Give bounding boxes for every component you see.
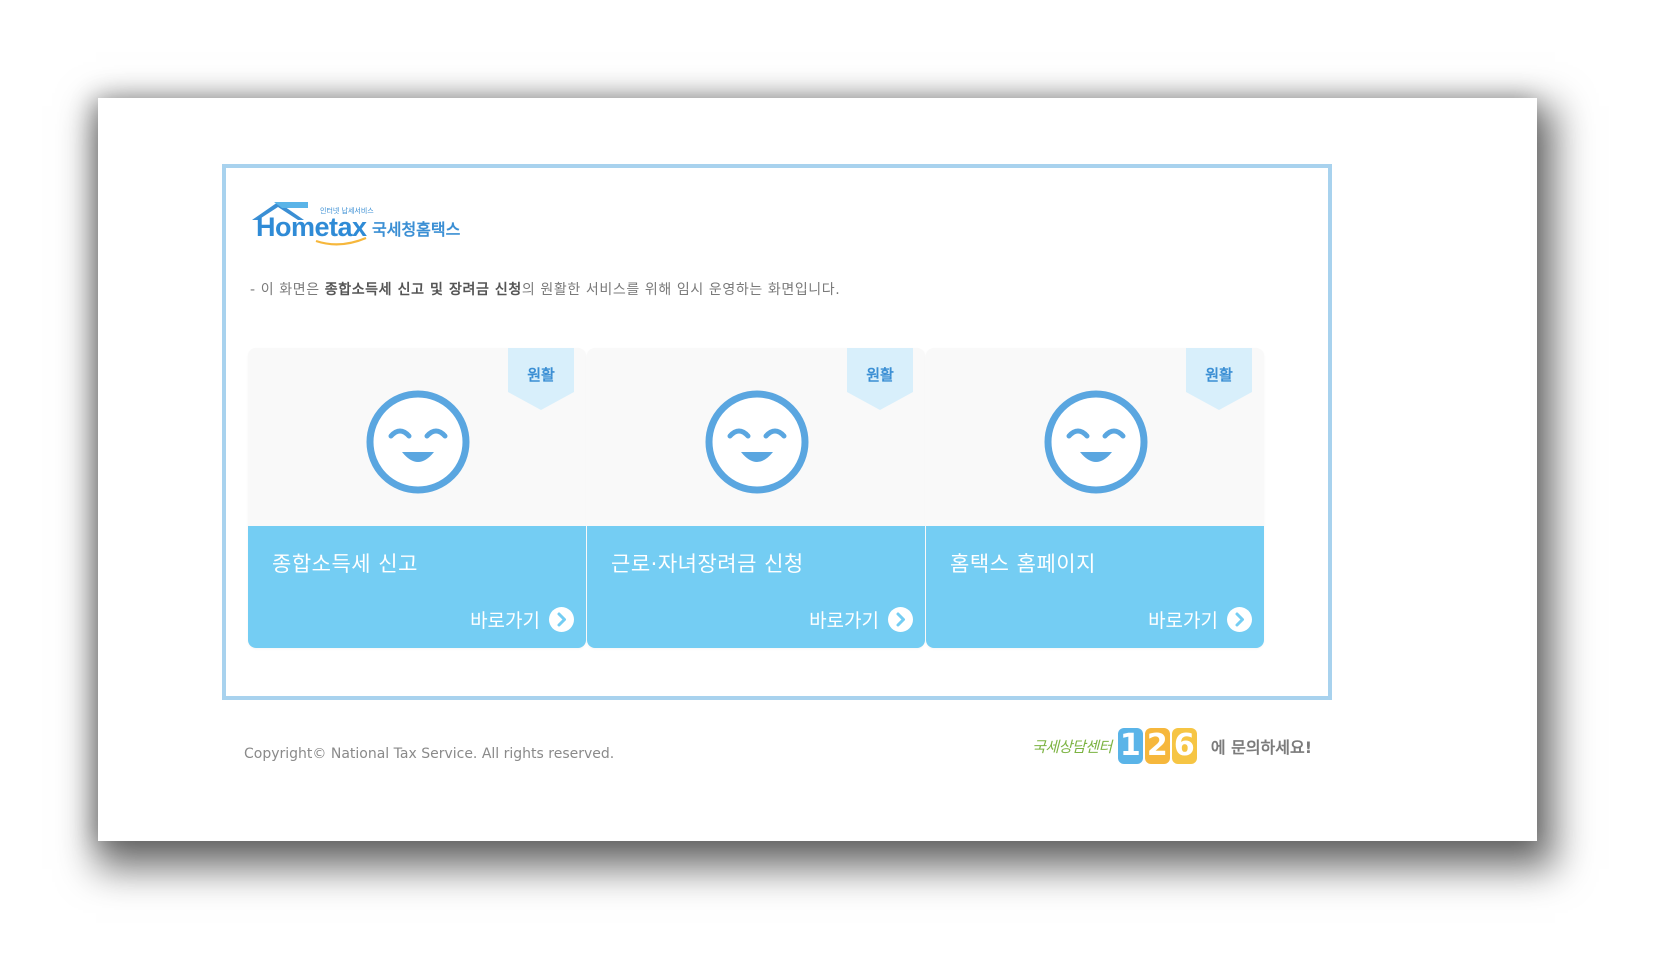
go-link-label: 바로가기 [470, 609, 540, 632]
status-badge: 원활 [527, 366, 555, 384]
go-link[interactable]: 바로가기 [1148, 606, 1252, 632]
notice-prefix: - 이 화면은 [250, 282, 325, 298]
card-action-area: 종합소득세 신고 바로가기 [248, 526, 586, 648]
card-action-area: 근로·자녀장려금 신청 바로가기 [587, 526, 925, 648]
card-status-area: 원활 [248, 348, 586, 526]
chevron-right-circle-icon [549, 606, 574, 632]
logo-korean-text: 국세청홈택스 [372, 220, 461, 239]
chevron-right-circle-icon [888, 606, 913, 632]
page: Hometax 인터넷 납세서비스 국세청홈택스 - 이 화면은 종합소득세 신… [0, 0, 1661, 965]
card-title: 종합소득세 신고 [272, 552, 418, 576]
call-center-banner: 국세상담센터 1 2 6 에 문의하세요! [1032, 726, 1312, 766]
card-title: 근로·자녀장려금 신청 [611, 552, 804, 576]
card-income-tax-filing[interactable]: 원활 종합소득세 신고 바로가기 [248, 348, 586, 648]
chevron-right-circle-icon [1227, 606, 1252, 632]
call-center-number: 1 2 6 [1117, 728, 1199, 764]
card-hometax-homepage[interactable]: 원활 홈택스 홈페이지 바로가기 [926, 348, 1264, 648]
call-center-digit: 1 [1117, 728, 1143, 764]
card-earned-income-credit[interactable]: 원활 근로·자녀장려금 신청 바로가기 [587, 348, 925, 648]
card-status-area: 원활 [587, 348, 925, 526]
card-status-area: 원활 [926, 348, 1264, 526]
notice-highlight: 종합소득세 신고 및 장려금 신청 [324, 282, 522, 298]
call-center-suffix: 에 문의하세요! [1210, 738, 1312, 757]
go-link-label: 바로가기 [1148, 609, 1218, 632]
notice-text: - 이 화면은 종합소득세 신고 및 장려금 신청의 원활한 서비스를 위해 임… [250, 279, 840, 299]
copyright-text: Copyright© National Tax Service. All rig… [244, 746, 615, 762]
content-frame: Hometax 인터넷 납세서비스 국세청홈택스 - 이 화면은 종합소득세 신… [222, 164, 1332, 700]
hometax-logo[interactable]: Hometax 인터넷 납세서비스 국세청홈택스 [248, 198, 488, 254]
call-center-label: 국세상담센터 [1032, 737, 1112, 756]
logo-tagline-text: 인터넷 납세서비스 [320, 206, 374, 215]
go-link[interactable]: 바로가기 [470, 606, 574, 632]
card-action-area: 홈택스 홈페이지 바로가기 [926, 526, 1264, 648]
smiley-face-icon [1044, 390, 1148, 494]
smiley-face-icon [366, 390, 470, 494]
notice-suffix: 의 원활한 서비스를 위해 임시 운영하는 화면입니다. [521, 282, 841, 298]
status-badge: 원활 [866, 366, 894, 384]
logo-brand-text: Hometax [256, 212, 367, 242]
status-badge: 원활 [1205, 366, 1233, 384]
smiley-face-icon [705, 390, 809, 494]
call-center-digit: 6 [1171, 728, 1197, 764]
call-center-digit: 2 [1144, 728, 1170, 764]
go-link-label: 바로가기 [809, 609, 879, 632]
card-title: 홈택스 홈페이지 [950, 552, 1096, 576]
browser-window: Hometax 인터넷 납세서비스 국세청홈택스 - 이 화면은 종합소득세 신… [98, 98, 1537, 841]
go-link[interactable]: 바로가기 [809, 606, 913, 632]
